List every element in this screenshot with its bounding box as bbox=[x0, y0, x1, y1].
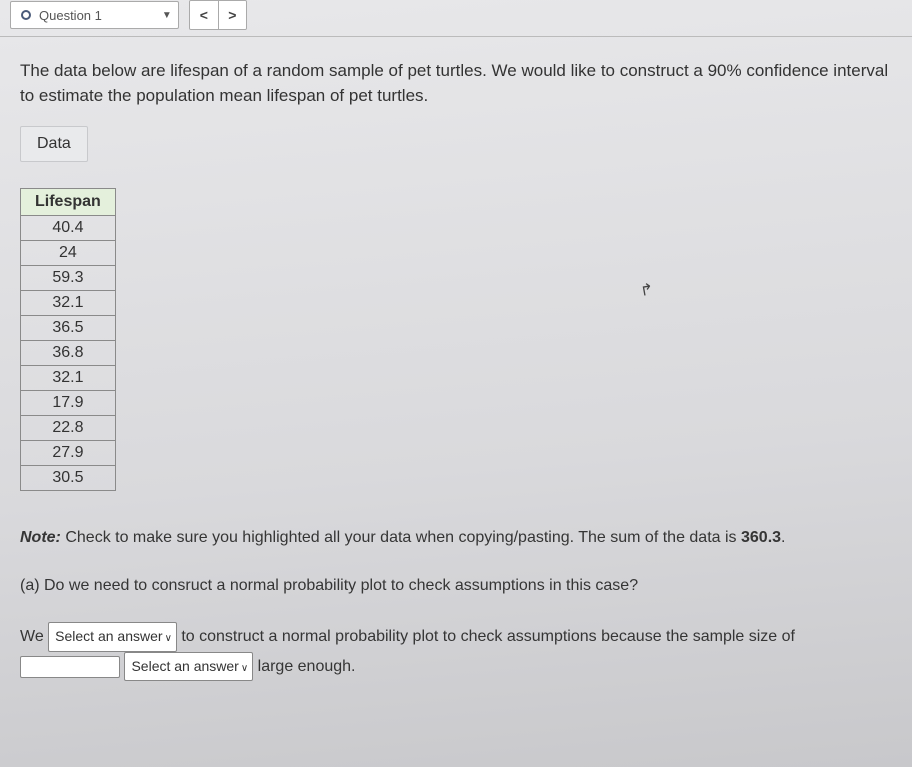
table-row: 32.1 bbox=[21, 366, 116, 391]
table-row: 36.5 bbox=[21, 316, 116, 341]
note-text: Note: Check to make sure you highlighted… bbox=[20, 527, 892, 549]
chevron-down-icon: ∨ bbox=[241, 663, 248, 674]
table-header: Lifespan bbox=[21, 189, 116, 216]
sample-size-input[interactable] bbox=[20, 656, 120, 678]
question-label: Question 1 bbox=[39, 8, 102, 23]
table-row: 27.9 bbox=[21, 441, 116, 466]
next-button[interactable]: > bbox=[218, 1, 246, 29]
table-row: 30.5 bbox=[21, 466, 116, 491]
select-need[interactable]: Select an answer∨ bbox=[48, 622, 177, 651]
note-body: Check to make sure you highlighted all y… bbox=[61, 529, 741, 546]
table-row: 32.1 bbox=[21, 291, 116, 316]
chevron-down-icon: ▼ bbox=[162, 10, 172, 21]
table-row: 36.8 bbox=[21, 341, 116, 366]
data-button[interactable]: Data bbox=[20, 126, 88, 162]
note-period: . bbox=[781, 529, 785, 546]
content: The data below are lifespan of a random … bbox=[0, 37, 912, 692]
chevron-down-icon: ∨ bbox=[165, 633, 172, 644]
part-a-question: (a) Do we need to consruct a normal prob… bbox=[20, 572, 892, 601]
nav-group: < > bbox=[189, 0, 247, 30]
question-prompt: The data below are lifespan of a random … bbox=[20, 59, 892, 108]
table-row: 22.8 bbox=[21, 416, 116, 441]
note-label: Note: bbox=[20, 529, 61, 546]
table-row: 24 bbox=[21, 241, 116, 266]
table-row: 59.3 bbox=[21, 266, 116, 291]
prev-button[interactable]: < bbox=[190, 1, 218, 29]
select-large-enough[interactable]: Select an answer∨ bbox=[124, 652, 253, 681]
part-a-answer-line: We Select an answer∨ to construct a norm… bbox=[20, 622, 892, 681]
text-mid: to construct a normal probability plot t… bbox=[177, 628, 795, 645]
table-row: 17.9 bbox=[21, 391, 116, 416]
text-we: We bbox=[20, 628, 48, 645]
bullet-icon bbox=[21, 10, 31, 20]
question-selector[interactable]: Question 1 ▼ bbox=[10, 1, 179, 29]
table-row: 40.4 bbox=[21, 216, 116, 241]
text-tail: large enough. bbox=[253, 658, 355, 675]
lifespan-table: Lifespan 40.4 24 59.3 32.1 36.5 36.8 32.… bbox=[20, 188, 116, 491]
note-sum: 360.3 bbox=[741, 529, 781, 546]
topbar: Question 1 ▼ < > bbox=[0, 0, 912, 37]
